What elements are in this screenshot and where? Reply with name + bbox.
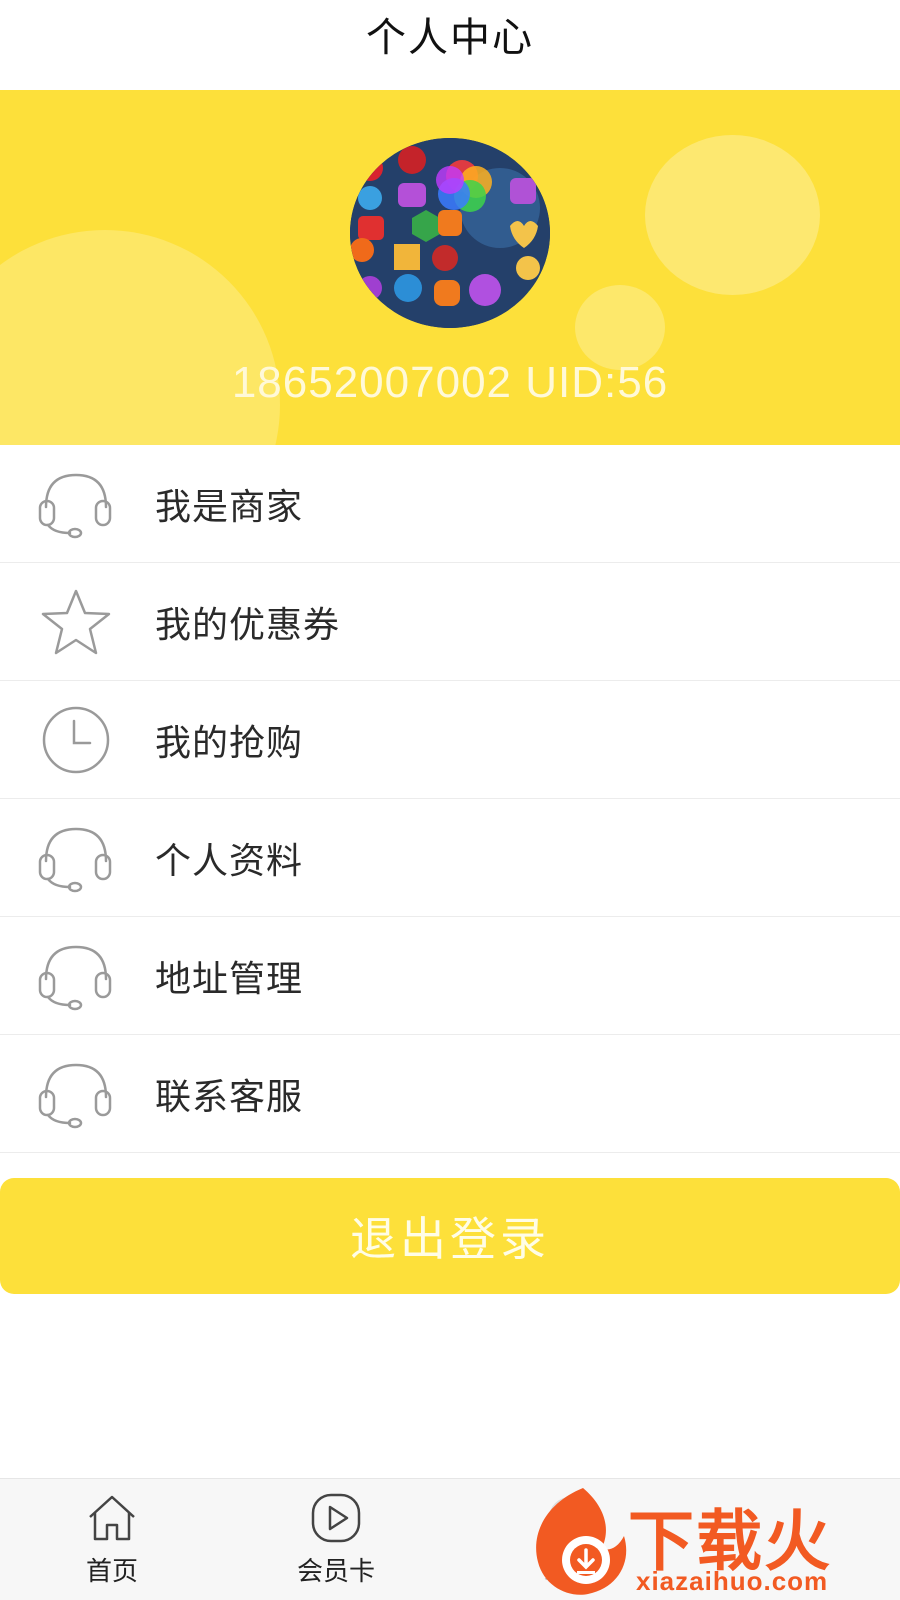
menu-item-label: 个人资料 [155, 840, 304, 882]
avatar-image [350, 138, 550, 328]
home-icon [89, 1495, 135, 1541]
account-info: 18652007002 UID:56 [231, 358, 669, 407]
logout-button[interactable]: 退出登录 [0, 1178, 900, 1294]
flame-logo-icon [536, 1488, 627, 1595]
menu-item-label: 我的抢购 [155, 722, 304, 764]
page-title: 个人中心 [366, 15, 534, 61]
tab-label: 会员卡 [296, 1557, 375, 1587]
watermark-url: xiazaihuo.com [636, 1566, 829, 1596]
headset-icon [38, 939, 118, 1013]
decor-bubble [645, 135, 820, 295]
avatar[interactable] [350, 138, 550, 328]
menu-item-flash-sale[interactable]: 我的抢购 [0, 681, 900, 799]
tab-member-card[interactable]: 会员卡 [236, 1479, 436, 1600]
watermark: 下载火 xiazaihuo.com [528, 1482, 900, 1600]
menu-item-label: 我是商家 [155, 486, 304, 528]
headset-icon [38, 1057, 118, 1131]
headset-icon [38, 821, 118, 895]
tab-label: 首页 [85, 1557, 138, 1587]
menu-item-label: 我的优惠券 [155, 604, 341, 646]
menu-item-label: 地址管理 [155, 958, 304, 1000]
clock-icon [38, 703, 118, 777]
menu-item-merchant[interactable]: 我是商家 [0, 445, 900, 563]
profile-banner: 18652007002 UID:56 [0, 90, 900, 445]
decor-bubble [0, 230, 280, 445]
star-icon [38, 585, 118, 659]
menu-item-address[interactable]: 地址管理 [0, 917, 900, 1035]
play-circle-icon [311, 1493, 361, 1543]
headset-icon [38, 467, 118, 541]
menu-list: 我是商家 我的优惠券 我的抢购 个人资料 地址管理 联系客服 [0, 445, 900, 1153]
profile-page: 个人中心 18652007002 UID:56 我是商家 我的优惠券 我的抢购 … [0, 0, 900, 1600]
menu-item-label: 联系客服 [155, 1076, 304, 1118]
top-bar: 个人中心 [0, 0, 900, 90]
menu-item-coupons[interactable]: 我的优惠券 [0, 563, 900, 681]
tab-home[interactable]: 首页 [12, 1479, 212, 1600]
menu-item-personal-info[interactable]: 个人资料 [0, 799, 900, 917]
menu-item-customer-service[interactable]: 联系客服 [0, 1035, 900, 1153]
